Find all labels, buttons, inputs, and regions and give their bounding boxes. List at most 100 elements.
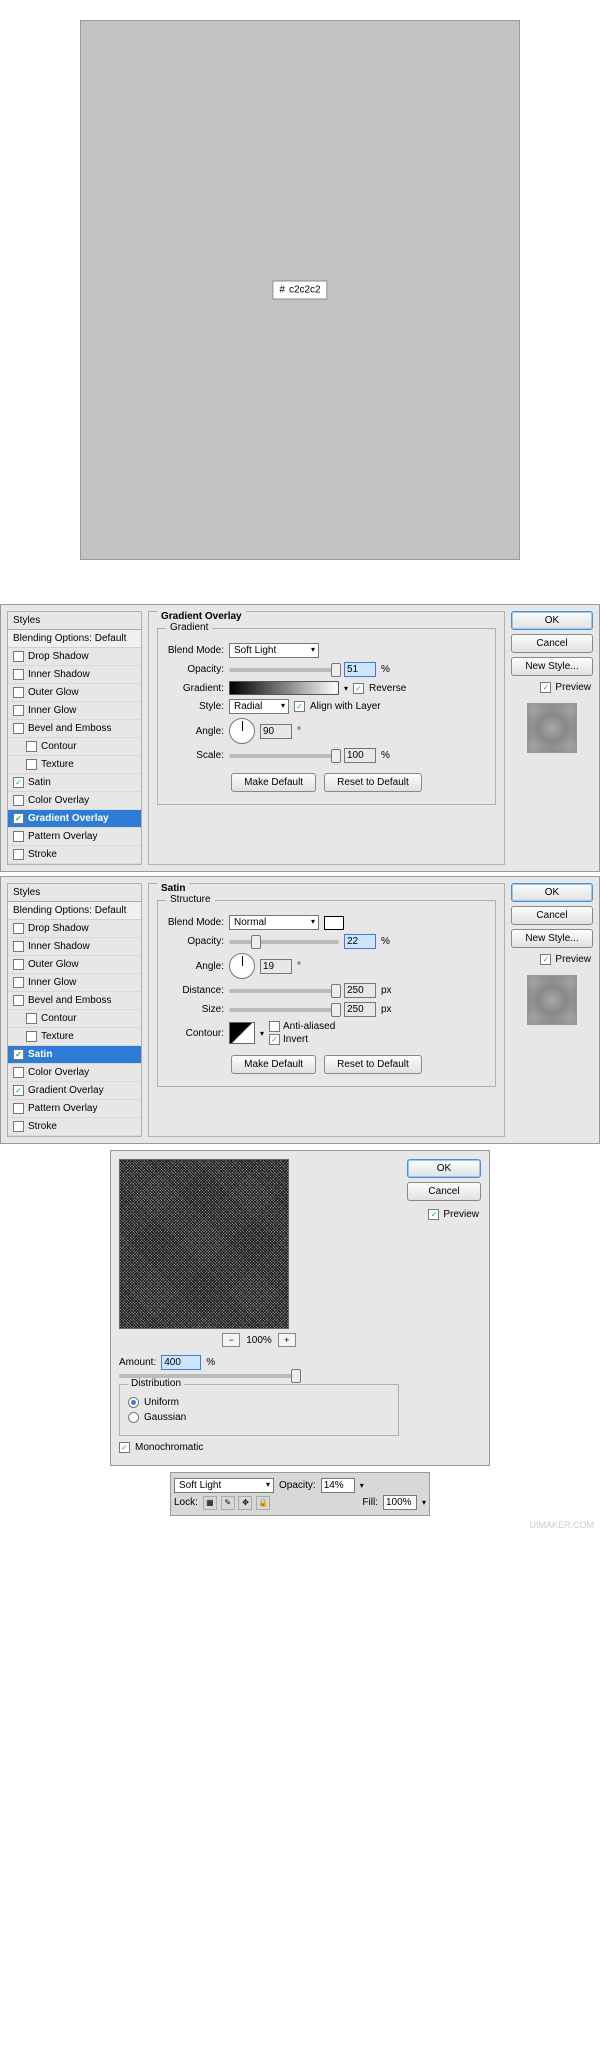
style-checkbox[interactable]: ✓ (13, 1049, 24, 1060)
style-select[interactable]: Radial (229, 699, 289, 714)
style-checkbox[interactable] (26, 741, 37, 752)
style-row-inner-glow[interactable]: Inner Glow (8, 974, 141, 992)
angle-wheel[interactable] (229, 718, 255, 744)
cancel-button[interactable]: Cancel (511, 634, 593, 653)
style-row-drop-shadow[interactable]: Drop Shadow (8, 648, 141, 666)
style-row-pattern-overlay[interactable]: Pattern Overlay (8, 828, 141, 846)
preview-checkbox[interactable]: ✓ (540, 682, 551, 693)
style-checkbox[interactable] (13, 687, 24, 698)
style-checkbox[interactable] (26, 759, 37, 770)
zoom-in-button[interactable]: + (278, 1333, 296, 1347)
layer-fill-input[interactable]: 100% (383, 1495, 417, 1510)
style-checkbox[interactable] (13, 1103, 24, 1114)
style-checkbox[interactable]: ✓ (13, 813, 24, 824)
invert-checkbox[interactable]: ✓ (269, 1034, 280, 1045)
layer-opacity-input[interactable]: 14% (321, 1478, 355, 1493)
monochromatic-checkbox[interactable]: ✓ (119, 1442, 130, 1453)
style-row-color-overlay[interactable]: Color Overlay (8, 1064, 141, 1082)
style-checkbox[interactable] (13, 923, 24, 934)
opacity-slider[interactable] (229, 940, 339, 944)
style-row-inner-shadow[interactable]: Inner Shadow (8, 666, 141, 684)
style-checkbox[interactable] (13, 977, 24, 988)
style-checkbox[interactable] (13, 723, 24, 734)
style-row-stroke[interactable]: Stroke (8, 1118, 141, 1136)
make-default-button[interactable]: Make Default (231, 1055, 316, 1074)
reverse-checkbox[interactable]: ✓ (353, 683, 364, 694)
scale-input[interactable]: 100 (344, 748, 376, 763)
zoom-out-button[interactable]: − (222, 1333, 240, 1347)
anti-aliased-checkbox[interactable] (269, 1021, 280, 1032)
style-checkbox[interactable] (13, 651, 24, 662)
style-checkbox[interactable] (13, 941, 24, 952)
style-checkbox[interactable] (13, 669, 24, 680)
lock-transparency-icon[interactable]: ▦ (203, 1496, 217, 1510)
style-row-inner-shadow[interactable]: Inner Shadow (8, 938, 141, 956)
style-row-inner-glow[interactable]: Inner Glow (8, 702, 141, 720)
style-row-contour[interactable]: Contour (8, 1010, 141, 1028)
size-slider[interactable] (229, 1008, 339, 1012)
style-row-bevel-and-emboss[interactable]: Bevel and Emboss (8, 992, 141, 1010)
preview-checkbox[interactable]: ✓ (428, 1209, 439, 1220)
style-checkbox[interactable] (13, 959, 24, 970)
style-checkbox[interactable] (26, 1031, 37, 1042)
scale-slider[interactable] (229, 754, 339, 758)
opacity-slider[interactable] (229, 668, 339, 672)
style-row-texture[interactable]: Texture (8, 756, 141, 774)
style-row-stroke[interactable]: Stroke (8, 846, 141, 864)
style-checkbox[interactable] (13, 1121, 24, 1132)
contour-picker[interactable] (229, 1022, 255, 1044)
style-checkbox[interactable] (13, 849, 24, 860)
style-checkbox[interactable]: ✓ (13, 777, 24, 788)
style-row-outer-glow[interactable]: Outer Glow (8, 956, 141, 974)
blend-mode-select[interactable]: Soft Light (229, 643, 319, 658)
new-style-button[interactable]: New Style... (511, 929, 593, 948)
style-row-bevel-and-emboss[interactable]: Bevel and Emboss (8, 720, 141, 738)
style-checkbox[interactable] (13, 831, 24, 842)
style-row-outer-glow[interactable]: Outer Glow (8, 684, 141, 702)
preview-checkbox[interactable]: ✓ (540, 954, 551, 965)
style-row-satin[interactable]: ✓Satin (8, 1046, 141, 1064)
color-swatch[interactable] (324, 916, 344, 930)
opacity-input[interactable]: 51 (344, 662, 376, 677)
style-checkbox[interactable] (13, 705, 24, 716)
blending-options-row[interactable]: Blending Options: Default (8, 902, 141, 920)
amount-input[interactable]: 400 (161, 1355, 201, 1370)
cancel-button[interactable]: Cancel (407, 1182, 481, 1201)
style-checkbox[interactable]: ✓ (13, 1085, 24, 1096)
lock-position-icon[interactable]: ✥ (238, 1496, 252, 1510)
angle-wheel[interactable] (229, 953, 255, 979)
reset-default-button[interactable]: Reset to Default (324, 773, 422, 792)
size-input[interactable]: 250 (344, 1002, 376, 1017)
angle-input[interactable]: 19 (260, 959, 292, 974)
style-row-gradient-overlay[interactable]: ✓Gradient Overlay (8, 810, 141, 828)
uniform-radio[interactable] (128, 1397, 139, 1408)
opacity-input[interactable]: 22 (344, 934, 376, 949)
style-row-drop-shadow[interactable]: Drop Shadow (8, 920, 141, 938)
ok-button[interactable]: OK (511, 883, 593, 902)
make-default-button[interactable]: Make Default (231, 773, 316, 792)
angle-input[interactable]: 90 (260, 724, 292, 739)
distance-slider[interactable] (229, 989, 339, 993)
gradient-picker[interactable] (229, 681, 339, 695)
style-row-texture[interactable]: Texture (8, 1028, 141, 1046)
style-row-satin[interactable]: ✓Satin (8, 774, 141, 792)
style-checkbox[interactable] (13, 1067, 24, 1078)
align-checkbox[interactable]: ✓ (294, 701, 305, 712)
style-row-pattern-overlay[interactable]: Pattern Overlay (8, 1100, 141, 1118)
style-checkbox[interactable] (13, 795, 24, 806)
lock-pixels-icon[interactable]: ✎ (221, 1496, 235, 1510)
layer-blend-select[interactable]: Soft Light (174, 1478, 274, 1493)
gaussian-radio[interactable] (128, 1412, 139, 1423)
cancel-button[interactable]: Cancel (511, 906, 593, 925)
reset-default-button[interactable]: Reset to Default (324, 1055, 422, 1074)
distance-input[interactable]: 250 (344, 983, 376, 998)
blending-options-row[interactable]: Blending Options: Default (8, 630, 141, 648)
style-row-color-overlay[interactable]: Color Overlay (8, 792, 141, 810)
new-style-button[interactable]: New Style... (511, 657, 593, 676)
lock-all-icon[interactable]: 🔒 (256, 1496, 270, 1510)
style-checkbox[interactable] (26, 1013, 37, 1024)
ok-button[interactable]: OK (407, 1159, 481, 1178)
blend-mode-select[interactable]: Normal (229, 915, 319, 930)
style-checkbox[interactable] (13, 995, 24, 1006)
ok-button[interactable]: OK (511, 611, 593, 630)
